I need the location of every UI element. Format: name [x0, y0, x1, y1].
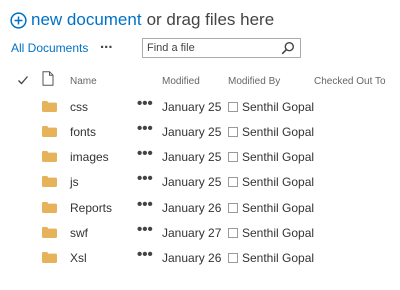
item-more-button[interactable]: ••• — [137, 95, 153, 112]
presence-indicator-icon — [228, 102, 238, 112]
document-type-icon — [42, 71, 54, 86]
table-row[interactable]: Reports ••• January 26 Senthil Gopal — [0, 195, 400, 220]
presence-indicator-icon — [228, 203, 238, 213]
folder-icon — [42, 101, 57, 112]
modified-by-link[interactable]: Senthil Gopal — [242, 125, 314, 139]
file-name-link[interactable]: Reports — [70, 201, 112, 215]
folder-icon — [42, 126, 57, 137]
new-document-command: new document or drag files here — [10, 8, 274, 32]
item-more-button[interactable]: ••• — [137, 196, 153, 213]
add-circle-icon[interactable] — [10, 11, 27, 29]
file-name-link[interactable]: images — [70, 150, 109, 164]
modified-date: January 26 — [162, 201, 222, 215]
column-header-checked-out-to[interactable]: Checked Out To — [314, 76, 386, 87]
modified-by-link[interactable]: Senthil Gopal — [242, 175, 314, 189]
folder-icon — [42, 202, 57, 213]
item-more-button[interactable]: ••• — [137, 145, 153, 162]
modified-date: January 25 — [162, 100, 222, 114]
table-row[interactable]: fonts ••• January 25 Senthil Gopal — [0, 119, 400, 144]
modified-date: January 26 — [162, 251, 222, 265]
modified-date: January 25 — [162, 175, 222, 189]
new-document-link[interactable]: new document — [31, 10, 142, 30]
modified-by-link[interactable]: Senthil Gopal — [242, 150, 314, 164]
modified-by-link[interactable]: Senthil Gopal — [242, 201, 314, 215]
modified-by-link[interactable]: Senthil Gopal — [242, 251, 314, 265]
modified-date: January 27 — [162, 226, 222, 240]
file-name-link[interactable]: swf — [70, 226, 88, 240]
presence-indicator-icon — [228, 253, 238, 263]
search-icon[interactable] — [281, 41, 295, 55]
item-more-button[interactable]: ••• — [137, 246, 153, 263]
presence-indicator-icon — [228, 177, 238, 187]
table-row[interactable]: css ••• January 25 Senthil Gopal — [0, 94, 400, 119]
column-header-modified[interactable]: Modified — [162, 76, 200, 87]
column-header-modified-by[interactable]: Modified By — [228, 76, 280, 87]
view-more-button[interactable]: ... — [100, 35, 113, 52]
select-all-checkmark-icon[interactable] — [17, 74, 29, 86]
folder-icon — [42, 227, 57, 238]
presence-indicator-icon — [228, 127, 238, 137]
column-header-name[interactable]: Name — [70, 76, 97, 87]
presence-indicator-icon — [228, 152, 238, 162]
folder-icon — [42, 151, 57, 162]
item-more-button[interactable]: ••• — [137, 170, 153, 187]
find-file-search-box — [142, 38, 301, 58]
modified-date: January 25 — [162, 150, 222, 164]
presence-indicator-icon — [228, 228, 238, 238]
file-name-link[interactable]: css — [70, 100, 88, 114]
find-file-input[interactable] — [143, 42, 277, 54]
drag-files-hint: or drag files here — [146, 10, 275, 29]
modified-by-link[interactable]: Senthil Gopal — [242, 226, 314, 240]
table-row[interactable]: images ••• January 25 Senthil Gopal — [0, 144, 400, 169]
view-selector-all-documents[interactable]: All Documents — [11, 41, 88, 55]
file-name-link[interactable]: Xsl — [70, 251, 87, 265]
table-row[interactable]: js ••• January 25 Senthil Gopal — [0, 169, 400, 194]
file-name-link[interactable]: js — [70, 175, 79, 189]
table-row[interactable]: Xsl ••• January 26 Senthil Gopal — [0, 245, 400, 270]
modified-date: January 25 — [162, 125, 222, 139]
item-more-button[interactable]: ••• — [137, 120, 153, 137]
table-row[interactable]: swf ••• January 27 Senthil Gopal — [0, 220, 400, 245]
file-name-link[interactable]: fonts — [70, 125, 96, 139]
folder-icon — [42, 176, 57, 187]
item-more-button[interactable]: ••• — [137, 221, 153, 238]
folder-icon — [42, 252, 57, 263]
modified-by-link[interactable]: Senthil Gopal — [242, 100, 314, 114]
